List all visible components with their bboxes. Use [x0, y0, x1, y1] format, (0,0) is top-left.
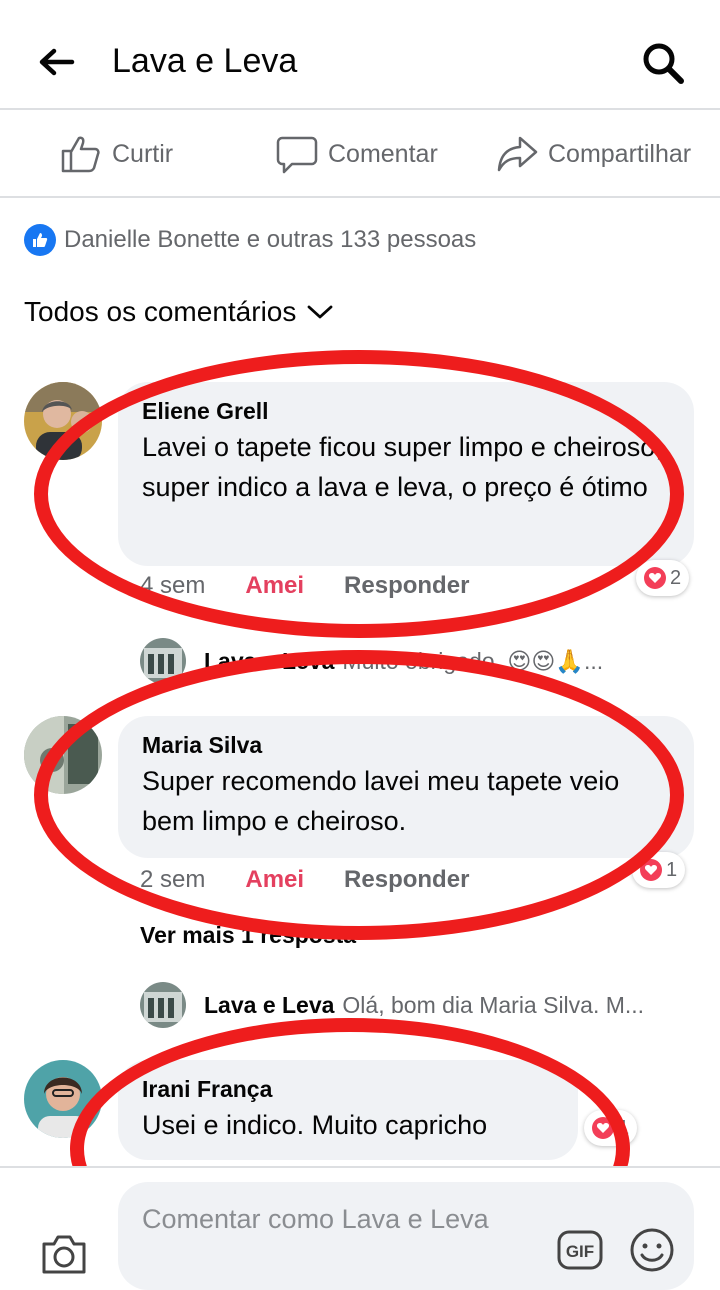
love-reaction-button[interactable]: Amei — [245, 866, 304, 894]
comment-bubble[interactable]: Irani França Usei e indico. Muito capric… — [118, 1060, 578, 1160]
reaction-count-badge[interactable]: 1 — [584, 1110, 638, 1146]
comment-author[interactable]: Maria Silva — [142, 732, 670, 759]
reply-button[interactable]: Responder — [344, 572, 469, 600]
comment-author[interactable]: Irani França — [142, 1076, 554, 1103]
svg-text:GIF: GIF — [566, 1242, 594, 1261]
comment-icon — [276, 136, 318, 174]
post-actions-bar: Curtir Comentar Compartilhar — [0, 110, 720, 198]
like-label: Curtir — [112, 139, 174, 168]
comment-bubble[interactable]: Eliene Grell Lavei o tapete ficou super … — [118, 382, 694, 566]
camera-icon[interactable] — [40, 1232, 88, 1276]
heart-icon — [644, 567, 666, 589]
reaction-count: 2 — [670, 566, 682, 589]
heart-icon — [640, 859, 662, 881]
reactions-summary-text: Danielle Bonette e outras 133 pessoas — [64, 226, 477, 253]
reactions-summary[interactable]: Danielle Bonette e outras 133 pessoas — [24, 222, 476, 258]
search-icon[interactable] — [640, 40, 686, 86]
comment-button[interactable]: Comentar — [276, 132, 438, 176]
top-bar: Lava e Leva — [0, 0, 720, 110]
comment-text: Super recomendo lavei meu tapete veio be… — [142, 766, 620, 836]
heart-icon — [592, 1117, 614, 1139]
reaction-count-badge[interactable]: 1 — [632, 852, 686, 888]
share-label: Compartilhar — [548, 139, 692, 168]
comment-meta: 2 sem Amei Responder — [140, 866, 469, 894]
reply-text: Olá, bom dia Maria Silva. M... — [342, 991, 645, 1018]
page-avatar — [140, 638, 186, 684]
chevron-down-icon — [307, 305, 333, 319]
like-button[interactable]: Curtir — [60, 132, 173, 176]
reaction-count: 1 — [618, 1116, 630, 1139]
reply-preview[interactable]: Lava e Leva Olá, bom dia Maria Silva. M.… — [140, 982, 644, 1028]
reply-button[interactable]: Responder — [344, 866, 469, 894]
reaction-count-badge[interactable]: 2 — [636, 560, 690, 596]
emoji-icon[interactable] — [628, 1226, 676, 1274]
like-badge-icon — [24, 224, 56, 256]
comment-text: Lavei o tapete ficou super limpo e cheir… — [142, 432, 663, 502]
comments-filter-label: Todos os comentários — [24, 296, 297, 327]
comment-label: Comentar — [328, 139, 438, 168]
comment-text: Usei e indico. Muito capricho — [142, 1110, 488, 1140]
avatar[interactable] — [24, 716, 102, 794]
back-arrow-icon[interactable] — [36, 42, 76, 82]
love-reaction-button[interactable]: Amei — [245, 572, 304, 600]
comment-time: 4 sem — [140, 572, 206, 599]
page-avatar — [140, 982, 186, 1028]
avatar[interactable] — [24, 382, 102, 460]
comment-time: 2 sem — [140, 866, 206, 893]
reply-author: Lava e Leva — [204, 991, 335, 1018]
reaction-count: 1 — [666, 858, 678, 881]
thumbs-up-icon — [61, 136, 100, 173]
reply-preview[interactable]: Lava e Leva Muito obrigado. 😍😍🙏... — [140, 638, 603, 684]
avatar[interactable] — [24, 1060, 102, 1138]
comment-input[interactable]: Comentar como Lava e Leva — [118, 1182, 694, 1290]
comment-meta: 4 sem Amei Responder — [140, 572, 469, 600]
comment-author[interactable]: Eliene Grell — [142, 398, 670, 425]
share-icon — [497, 136, 538, 172]
comments-filter-dropdown[interactable]: Todos os comentários — [24, 296, 334, 328]
comment-bubble[interactable]: Maria Silva Super recomendo lavei meu ta… — [118, 716, 694, 858]
comment-composer: Comentar como Lava e Leva GIF — [0, 1166, 720, 1290]
reply-author: Lava e Leva — [204, 647, 335, 674]
reply-text: Muito obrigado. 😍😍🙏... — [342, 647, 604, 674]
gif-icon[interactable]: GIF — [556, 1228, 604, 1272]
share-button[interactable]: Compartilhar — [496, 132, 691, 176]
page-title: Lava e Leva — [112, 42, 298, 80]
view-more-replies-link[interactable]: Ver mais 1 resposta — [140, 922, 356, 949]
